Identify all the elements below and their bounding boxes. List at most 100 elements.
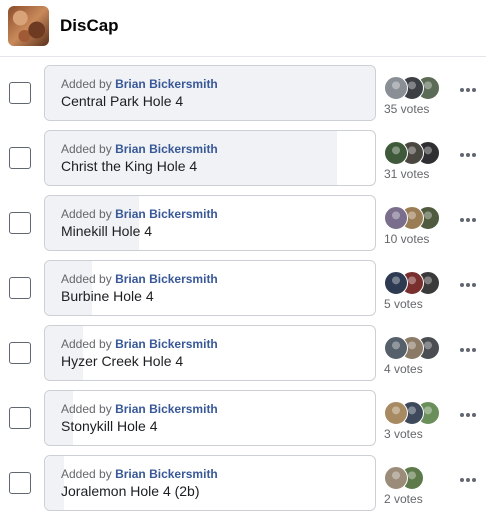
- dot: [472, 218, 476, 222]
- poll-option-row: Added by Brian Bickersmith Christ the Kin…: [0, 130, 486, 188]
- author-link[interactable]: Brian Bickersmith: [115, 77, 218, 91]
- voter-avatar[interactable]: [384, 76, 408, 100]
- poll-header: DisCap: [0, 0, 486, 57]
- added-by-text: Added by Brian Bickersmith: [61, 77, 218, 91]
- added-by-text: Added by Brian Bickersmith: [61, 402, 218, 416]
- poll-option-row: Added by Brian Bickersmith Burbine Hole 4…: [0, 260, 486, 318]
- voter-avatars[interactable]: [384, 271, 454, 295]
- voter-avatar[interactable]: [384, 206, 408, 230]
- author-link[interactable]: Brian Bickersmith: [115, 337, 218, 351]
- dot: [466, 348, 470, 352]
- vote-count[interactable]: 35 votes: [384, 102, 429, 116]
- added-by-text: Added by Brian Bickersmith: [61, 467, 218, 481]
- dot: [460, 283, 464, 287]
- more-options-icon[interactable]: [457, 80, 479, 100]
- more-options-icon[interactable]: [457, 145, 479, 165]
- voter-avatars[interactable]: [384, 76, 454, 100]
- poll-option-row: Added by Brian Bickersmith Stonykill Hole…: [0, 390, 486, 448]
- vote-checkbox[interactable]: [9, 342, 31, 364]
- poll-option-row: Added by Brian Bickersmith Minekill Hole …: [0, 195, 486, 253]
- more-options-icon[interactable]: [457, 275, 479, 295]
- poll-option[interactable]: Added by Brian Bickersmith Burbine Hole 4: [44, 260, 376, 316]
- dot: [472, 283, 476, 287]
- added-by-label: Added by: [61, 207, 112, 221]
- author-link[interactable]: Brian Bickersmith: [115, 402, 218, 416]
- option-name: Minekill Hole 4: [61, 223, 153, 239]
- vote-checkbox[interactable]: [9, 82, 31, 104]
- dot: [466, 88, 470, 92]
- added-by-label: Added by: [61, 77, 112, 91]
- dot: [472, 88, 476, 92]
- poll-option[interactable]: Added by Brian Bickersmith Hyzer Creek Ho…: [44, 325, 376, 381]
- dot: [460, 348, 464, 352]
- added-by-text: Added by Brian Bickersmith: [61, 207, 218, 221]
- voter-avatar[interactable]: [384, 466, 408, 490]
- vote-checkbox[interactable]: [9, 147, 31, 169]
- vote-checkbox[interactable]: [9, 472, 31, 494]
- voter-avatars[interactable]: [384, 336, 454, 360]
- group-avatar[interactable]: [8, 6, 49, 46]
- added-by-text: Added by Brian Bickersmith: [61, 142, 218, 156]
- group-name[interactable]: DisCap: [60, 16, 119, 36]
- dot: [460, 478, 464, 482]
- vote-checkbox[interactable]: [9, 212, 31, 234]
- added-by-label: Added by: [61, 337, 112, 351]
- added-by-label: Added by: [61, 402, 112, 416]
- more-options-icon[interactable]: [457, 210, 479, 230]
- voter-avatars[interactable]: [384, 206, 454, 230]
- option-name: Burbine Hole 4: [61, 288, 154, 304]
- voter-avatar[interactable]: [384, 401, 408, 425]
- dot: [460, 153, 464, 157]
- voter-avatar[interactable]: [384, 141, 408, 165]
- added-by-label: Added by: [61, 272, 112, 286]
- added-by-label: Added by: [61, 142, 112, 156]
- dot: [460, 413, 464, 417]
- voter-avatar[interactable]: [384, 336, 408, 360]
- poll-option-row: Added by Brian Bickersmith Central Park H…: [0, 65, 486, 123]
- vote-count[interactable]: 4 votes: [384, 362, 423, 376]
- option-name: Hyzer Creek Hole 4: [61, 353, 184, 369]
- more-options-icon[interactable]: [457, 470, 479, 490]
- dot: [472, 413, 476, 417]
- poll-option[interactable]: Added by Brian Bickersmith Stonykill Hole…: [44, 390, 376, 446]
- dot: [472, 153, 476, 157]
- dot: [472, 348, 476, 352]
- dot: [466, 413, 470, 417]
- vote-count[interactable]: 2 votes: [384, 492, 423, 506]
- vote-checkbox[interactable]: [9, 407, 31, 429]
- dot: [466, 478, 470, 482]
- vote-count[interactable]: 31 votes: [384, 167, 429, 181]
- voter-avatars[interactable]: [384, 141, 454, 165]
- poll-option[interactable]: Added by Brian Bickersmith Christ the Kin…: [44, 130, 376, 186]
- voter-avatars[interactable]: [384, 466, 454, 490]
- vote-count[interactable]: 10 votes: [384, 232, 429, 246]
- voter-avatar[interactable]: [384, 271, 408, 295]
- poll-option[interactable]: Added by Brian Bickersmith Joralemon Hole…: [44, 455, 376, 511]
- voter-avatars[interactable]: [384, 401, 454, 425]
- vote-count[interactable]: 5 votes: [384, 297, 423, 311]
- author-link[interactable]: Brian Bickersmith: [115, 467, 218, 481]
- option-name: Central Park Hole 4: [61, 93, 184, 109]
- option-name: Joralemon Hole 4 (2b): [61, 483, 200, 499]
- poll-option-row: Added by Brian Bickersmith Joralemon Hole…: [0, 455, 486, 513]
- author-link[interactable]: Brian Bickersmith: [115, 207, 218, 221]
- added-by-label: Added by: [61, 467, 112, 481]
- dot: [460, 88, 464, 92]
- poll-option[interactable]: Added by Brian Bickersmith Central Park H…: [44, 65, 376, 121]
- added-by-text: Added by Brian Bickersmith: [61, 337, 218, 351]
- dot: [466, 153, 470, 157]
- option-name: Christ the King Hole 4: [61, 158, 198, 174]
- more-options-icon[interactable]: [457, 340, 479, 360]
- added-by-text: Added by Brian Bickersmith: [61, 272, 218, 286]
- author-link[interactable]: Brian Bickersmith: [115, 142, 218, 156]
- poll-option[interactable]: Added by Brian Bickersmith Minekill Hole …: [44, 195, 376, 251]
- option-name: Stonykill Hole 4: [61, 418, 158, 434]
- dot: [466, 283, 470, 287]
- dot: [460, 218, 464, 222]
- dot: [466, 218, 470, 222]
- vote-count[interactable]: 3 votes: [384, 427, 423, 441]
- poll-option-row: Added by Brian Bickersmith Hyzer Creek Ho…: [0, 325, 486, 383]
- more-options-icon[interactable]: [457, 405, 479, 425]
- author-link[interactable]: Brian Bickersmith: [115, 272, 218, 286]
- vote-checkbox[interactable]: [9, 277, 31, 299]
